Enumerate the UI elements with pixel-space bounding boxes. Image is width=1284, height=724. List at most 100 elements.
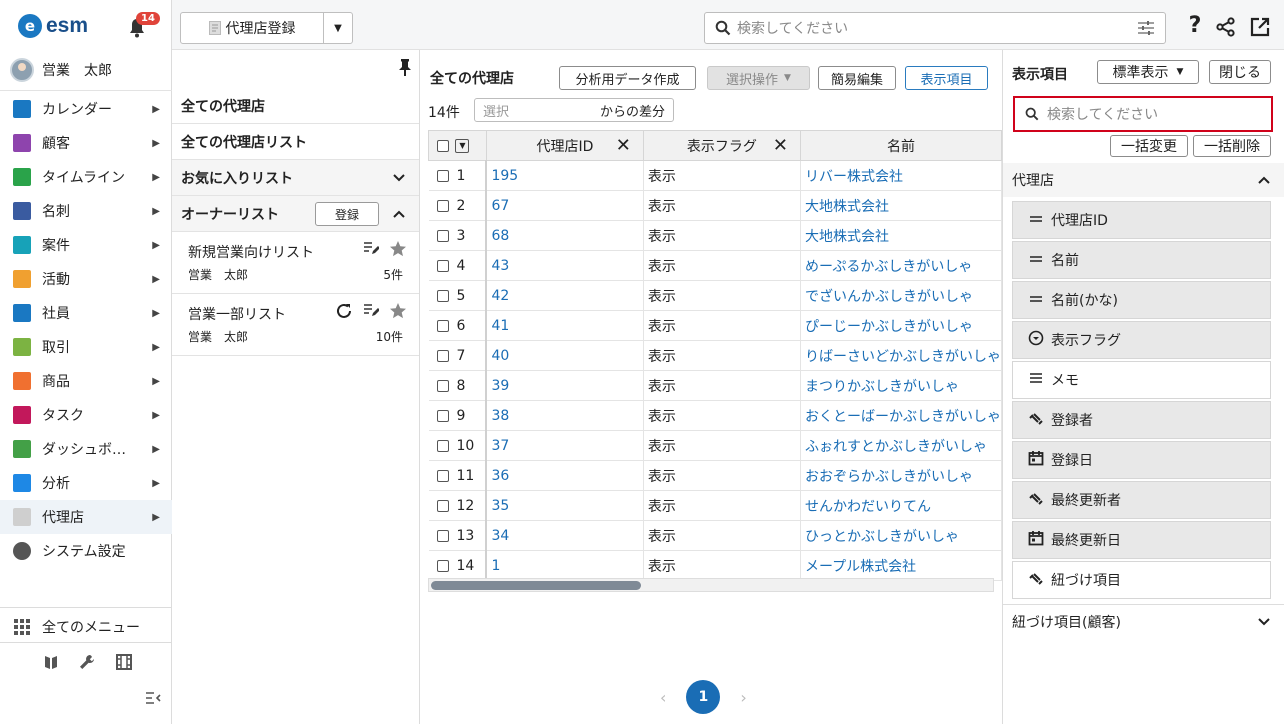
field-item[interactable]: メモ (1012, 361, 1271, 399)
field-item[interactable]: 名前 (1012, 241, 1271, 279)
agency-name-link[interactable]: おくとーばーかぶしきがいしゃ (800, 400, 1003, 431)
row-checkbox[interactable] (436, 169, 449, 182)
row-checkbox[interactable] (436, 289, 449, 302)
all-menu-button[interactable]: 全てのメニュー (0, 610, 172, 644)
open-external-icon[interactable] (1250, 17, 1270, 37)
select-all-checkbox[interactable] (437, 139, 449, 152)
field-item[interactable]: 最終更新日 (1012, 521, 1271, 559)
wrench-icon[interactable] (79, 654, 95, 670)
sidebar-item[interactable]: 社員 ▶ (0, 296, 172, 330)
bulk-change-button[interactable]: 一括変更 (1110, 135, 1188, 157)
table-row[interactable]: 13 34 表示 ひっとかぶしきがいしゃ (428, 520, 1003, 551)
agency-id-link[interactable]: 34 (486, 520, 644, 551)
list-item[interactable]: 新規営業向けリスト 営業 太郎 5件 (172, 232, 419, 294)
share-icon[interactable] (1216, 17, 1236, 37)
sidebar-item[interactable]: 取引 ▶ (0, 330, 172, 364)
select-all-header[interactable]: ▼ (428, 130, 487, 161)
agency-id-link[interactable]: 41 (486, 310, 644, 341)
sidebar-item[interactable]: カレンダー ▶ (0, 92, 172, 126)
edit-list-icon[interactable] (363, 240, 379, 256)
register-button-main[interactable]: 代理店登録 (181, 13, 324, 43)
pin-icon[interactable] (398, 58, 412, 76)
agency-id-link[interactable]: 42 (486, 280, 644, 311)
field-item[interactable]: 登録日 (1012, 441, 1271, 479)
page-button[interactable]: 1 (686, 680, 721, 714)
app-logo[interactable]: e esm (18, 12, 88, 40)
row-checkbox[interactable] (436, 199, 449, 212)
sidebar-item[interactable]: ダッシュボ… ▶ (0, 432, 172, 466)
table-row[interactable]: 7 40 表示 りばーさいどかぶしきがいしゃ (428, 340, 1003, 371)
scrollbar-thumb[interactable] (431, 581, 641, 590)
row-checkbox[interactable] (436, 439, 449, 452)
sidebar-item[interactable]: 案件 ▶ (0, 228, 172, 262)
agency-name-link[interactable]: でざいんかぶしきがいしゃ (800, 280, 1003, 311)
next-page-icon[interactable]: › (740, 688, 746, 707)
row-checkbox[interactable] (436, 529, 449, 542)
film-icon[interactable] (116, 654, 132, 670)
refresh-icon[interactable] (335, 302, 353, 320)
agency-id-link[interactable]: 40 (486, 340, 644, 371)
diff-base-select[interactable]: 選択 からの差分 (474, 98, 674, 122)
user-profile[interactable]: 営業 太郎 (10, 58, 112, 82)
sidebar-item[interactable]: タイムライン ▶ (0, 160, 172, 194)
agency-name-link[interactable]: おおぞらかぶしきがいしゃ (800, 460, 1003, 491)
close-icon[interactable]: ✕ (773, 135, 788, 156)
agency-name-link[interactable]: 大地株式会社 (800, 220, 1003, 251)
caret-down-icon[interactable]: ▼ (455, 138, 470, 153)
agency-id-link[interactable]: 35 (486, 490, 644, 521)
export-analysis-data-button[interactable]: 分析用データ作成 (559, 66, 696, 90)
sidebar-item[interactable]: システム設定 (0, 534, 172, 568)
select-operations-button[interactable]: 選択操作 ▼ (707, 66, 810, 90)
field-item[interactable]: 代理店ID (1012, 201, 1271, 239)
column-header-agency-id[interactable]: 代理店ID ✕ (485, 130, 644, 161)
table-row[interactable]: 11 36 表示 おおぞらかぶしきがいしゃ (428, 460, 1003, 491)
agency-id-link[interactable]: 43 (486, 250, 644, 281)
table-row[interactable]: 2 67 表示 大地株式会社 (428, 190, 1003, 221)
sidebar-item[interactable]: 代理店 ▶ (0, 500, 172, 534)
table-row[interactable]: 14 1 表示 メープル株式会社 (428, 550, 1003, 581)
edit-list-icon[interactable] (363, 302, 379, 318)
section-header-agency[interactable]: 代理店 (1003, 163, 1284, 197)
global-search-input[interactable]: 検索してください (704, 12, 1166, 44)
table-row[interactable]: 9 38 表示 おくとーばーかぶしきがいしゃ (428, 400, 1003, 431)
standard-view-dropdown[interactable]: 標準表示 ▼ (1097, 60, 1199, 84)
column-header-display-flag[interactable]: 表示フラグ ✕ (642, 130, 801, 161)
row-checkbox[interactable] (436, 379, 449, 392)
horizontal-scrollbar[interactable] (428, 578, 994, 592)
star-icon[interactable] (389, 240, 407, 258)
agency-name-link[interactable]: めーぷるかぶしきがいしゃ (800, 250, 1003, 281)
table-row[interactable]: 1 195 表示 リバー株式会社 (428, 160, 1003, 191)
star-icon[interactable] (389, 302, 407, 320)
row-checkbox[interactable] (436, 349, 449, 362)
collapse-sidebar-icon[interactable] (144, 690, 162, 706)
table-row[interactable]: 3 68 表示 大地株式会社 (428, 220, 1003, 251)
table-row[interactable]: 4 43 表示 めーぷるかぶしきがいしゃ (428, 250, 1003, 281)
manual-icon[interactable] (44, 654, 58, 670)
field-search-input[interactable]: 検索してください (1013, 96, 1273, 132)
register-list-button[interactable]: 登録 (315, 202, 379, 226)
field-item[interactable]: 最終更新者 (1012, 481, 1271, 519)
favorites-list-header[interactable]: お気に入りリスト (172, 160, 419, 196)
agency-id-link[interactable]: 39 (486, 370, 644, 401)
row-checkbox[interactable] (436, 559, 449, 572)
sidebar-item[interactable]: 分析 ▶ (0, 466, 172, 500)
agency-id-link[interactable]: 67 (486, 190, 644, 221)
agency-id-link[interactable]: 195 (486, 160, 644, 191)
filter-settings-icon[interactable] (1137, 20, 1155, 36)
row-checkbox[interactable] (436, 229, 449, 242)
register-agency-button[interactable]: 代理店登録 ▼ (180, 12, 353, 44)
section-header-linked-customer[interactable]: 紐づけ項目(顧客) (1003, 604, 1284, 638)
display-columns-button[interactable]: 表示項目 (905, 66, 988, 90)
agency-id-link[interactable]: 68 (486, 220, 644, 251)
row-checkbox[interactable] (436, 319, 449, 332)
agency-id-link[interactable]: 37 (486, 430, 644, 461)
prev-page-icon[interactable]: ‹ (660, 688, 666, 707)
field-item[interactable]: 登録者 (1012, 401, 1271, 439)
sidebar-item[interactable]: 顧客 ▶ (0, 126, 172, 160)
list-item[interactable]: 営業一部リスト 営業 太郎 10件 (172, 294, 419, 356)
table-row[interactable]: 12 35 表示 せんかわだいりてん (428, 490, 1003, 521)
table-row[interactable]: 6 41 表示 ぴーじーかぶしきがいしゃ (428, 310, 1003, 341)
help-icon[interactable]: ? (1182, 13, 1208, 38)
agency-name-link[interactable]: メープル株式会社 (800, 550, 1003, 581)
agency-id-link[interactable]: 38 (486, 400, 644, 431)
